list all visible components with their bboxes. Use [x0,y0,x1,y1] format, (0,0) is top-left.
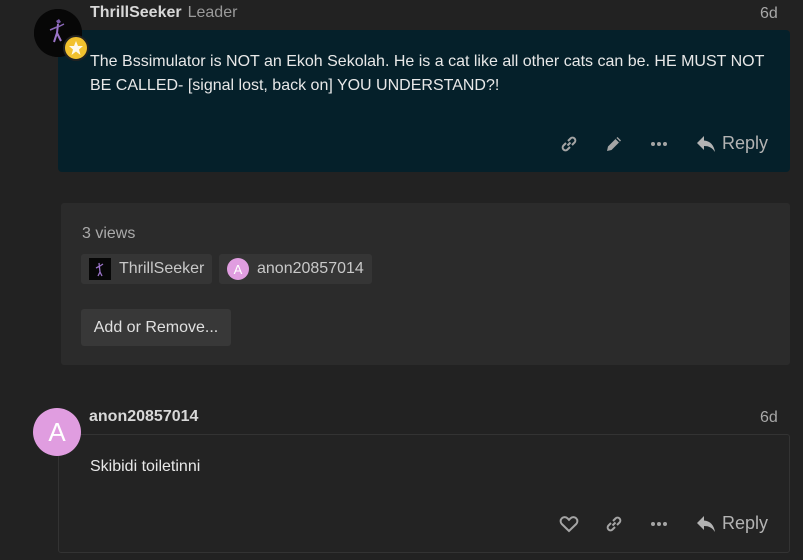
add-or-remove-button[interactable]: Add or Remove... [81,309,231,346]
post-text: Skibidi toiletinni [90,458,201,475]
link-icon[interactable] [603,514,625,534]
views-count: 3 views [82,225,136,242]
more-icon[interactable] [648,514,670,534]
reply-button[interactable]: Reply [696,133,768,154]
viewer-chip-thrillseeker[interactable]: ThrillSeeker [81,254,213,284]
reply-button[interactable]: Reply [696,513,768,534]
avatar-anon[interactable]: A [33,408,81,456]
link-icon[interactable] [558,134,580,154]
post-username[interactable]: ThrillSeeker [90,4,182,22]
reply-label: Reply [722,133,769,153]
post-text: The Bssimulator is NOT an Ekoh Sekolah. … [90,53,765,94]
heart-icon[interactable] [558,514,580,534]
viewer-avatar [89,258,111,280]
post-username[interactable]: anon20857014 [89,408,198,426]
post-date[interactable]: 6d [760,5,778,23]
viewer-avatar: A [227,258,249,280]
user-title: Leader [187,4,238,21]
viewer-name: anon20857014 [257,260,364,277]
post-header: ThrillSeeker Leader [90,4,237,22]
reply-icon [697,515,715,532]
more-icon[interactable] [648,134,670,154]
leader-flair-icon [63,35,89,61]
post-body [58,434,790,553]
reply-label: Reply [722,513,769,533]
pencil-icon[interactable] [603,133,625,155]
post-date[interactable]: 6d [760,409,778,427]
viewer-name: ThrillSeeker [119,260,205,277]
viewer-chip-anon[interactable]: A anon20857014 [219,254,372,284]
reply-icon [697,135,715,152]
